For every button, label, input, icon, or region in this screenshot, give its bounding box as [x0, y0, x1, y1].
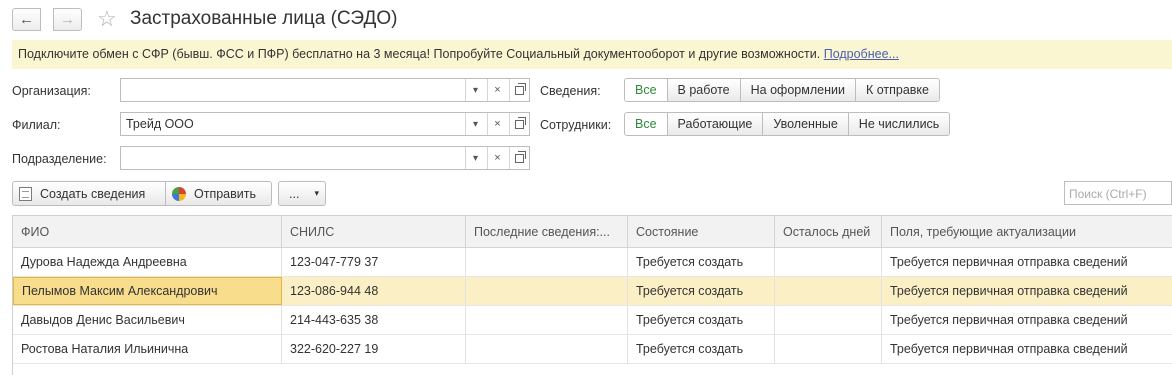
open-form-icon[interactable]	[509, 147, 529, 169]
search-input[interactable]: Поиск (Ctrl+F)	[1064, 181, 1172, 205]
cell-days-left	[775, 248, 882, 276]
open-form-icon[interactable]	[509, 113, 529, 135]
document-icon	[19, 186, 32, 201]
column-header-state[interactable]: Состояние	[628, 216, 775, 247]
cell-state: Требуется создать	[628, 277, 775, 305]
banner-more-link[interactable]: Подробнее...	[824, 47, 899, 61]
column-header-name[interactable]: ФИО	[13, 216, 282, 247]
table-row-selected[interactable]: Пелымов Максим Александрович 123-086-944…	[13, 277, 1172, 306]
cell-snils: 123-047-779 37	[282, 248, 466, 276]
promo-banner: Подключите обмен с СФР (бывш. ФСС и ПФР)…	[12, 40, 1172, 69]
branch-field[interactable]: Трейд ООО ▾ ×	[120, 112, 530, 136]
cell-snils: 322-620-227 19	[282, 335, 466, 363]
employees-filter-working[interactable]: Работающие	[668, 113, 764, 135]
back-button[interactable]: ←	[12, 8, 41, 31]
cell-name: Дурова Надежда Андреевна	[13, 248, 282, 276]
cell-name: Давыдов Денис Васильевич	[13, 306, 282, 334]
dropdown-arrow-icon[interactable]: ▾	[465, 113, 485, 135]
employees-filter-group: Все Работающие Уволенные Не числились	[624, 112, 951, 136]
cell-state: Требуется создать	[628, 335, 775, 363]
page-title: Застрахованные лица (СЭДО)	[130, 8, 398, 29]
info-filter-all[interactable]: Все	[625, 79, 668, 101]
send-label: Отправить	[194, 186, 256, 201]
employees-filter-label: Сотрудники:	[540, 118, 612, 132]
cell-name: Пелымов Максим Александрович	[13, 277, 282, 305]
create-info-label: Создать сведения	[40, 186, 146, 201]
cell-state: Требуется создать	[628, 248, 775, 276]
cell-days-left	[775, 277, 882, 305]
insured-persons-table: ФИО СНИЛС Последние сведения:... Состоян…	[12, 215, 1172, 375]
banner-text: Подключите обмен с СФР (бывш. ФСС и ПФР)…	[18, 47, 821, 61]
cell-fields: Требуется первичная отправка сведений	[890, 342, 1128, 356]
cell-fields: Требуется первичная отправка сведений	[890, 255, 1128, 269]
forward-button[interactable]: →	[53, 8, 82, 31]
more-label: ...	[289, 186, 300, 201]
info-filter-group: Все В работе На оформлении К отправке	[624, 78, 940, 102]
info-filter-drafting[interactable]: На оформлении	[741, 79, 856, 101]
employees-filter-not-listed[interactable]: Не числились	[849, 113, 950, 135]
send-button[interactable]: Отправить	[166, 181, 272, 206]
toolbar: Создать сведения Отправить ... ▾	[12, 181, 326, 206]
info-filter-label: Сведения:	[540, 84, 601, 98]
create-info-button[interactable]: Создать сведения	[12, 181, 166, 206]
open-form-icon[interactable]	[509, 79, 529, 101]
employees-filter-dismissed[interactable]: Уволенные	[763, 113, 849, 135]
cell-snils: 123-086-944 48	[282, 277, 466, 305]
title-bar: ← → ☆ Застрахованные лица (СЭДО)	[0, 0, 1172, 40]
clear-icon[interactable]: ×	[487, 79, 507, 101]
clear-icon[interactable]: ×	[487, 113, 507, 135]
cell-snils: 214-443-635 38	[282, 306, 466, 334]
cell-days-left	[775, 335, 882, 363]
dropdown-arrow-icon[interactable]: ▾	[465, 147, 485, 169]
more-actions-button[interactable]: ... ▾	[278, 181, 326, 206]
cell-last-info	[466, 248, 628, 276]
cell-fields: Требуется первичная отправка сведений	[890, 284, 1128, 298]
cell-last-info	[466, 306, 628, 334]
send-icon	[172, 186, 186, 201]
cell-state: Требуется создать	[628, 306, 775, 334]
table-row[interactable]: Давыдов Денис Васильевич 214-443-635 38 …	[13, 306, 1172, 335]
branch-value: Трейд ООО	[126, 117, 194, 131]
cell-last-info	[466, 277, 628, 305]
chevron-down-icon: ▾	[314, 188, 319, 198]
arrow-right-icon: →	[60, 11, 75, 28]
clear-icon[interactable]: ×	[487, 147, 507, 169]
cell-last-info	[466, 335, 628, 363]
table-header: ФИО СНИЛС Последние сведения:... Состоян…	[13, 216, 1172, 248]
branch-label: Филиал:	[12, 118, 61, 132]
department-label: Подразделение:	[12, 152, 107, 166]
cell-fields: Требуется первичная отправка сведений	[890, 313, 1128, 327]
cell-days-left	[775, 306, 882, 334]
department-field[interactable]: ▾ ×	[120, 146, 530, 170]
column-header-fields[interactable]: Поля, требующие актуализации	[882, 216, 1172, 247]
info-filter-to-send[interactable]: К отправке	[856, 79, 939, 101]
table-row[interactable]: Ростова Наталия Ильинична 322-620-227 19…	[13, 335, 1172, 364]
cell-name: Ростова Наталия Ильинична	[13, 335, 282, 363]
info-filter-in-work[interactable]: В работе	[668, 79, 741, 101]
organization-label: Организация:	[12, 84, 91, 98]
column-header-snils[interactable]: СНИЛС	[282, 216, 466, 247]
table-row[interactable]: Дурова Надежда Андреевна 123-047-779 37 …	[13, 248, 1172, 277]
favorite-star-icon[interactable]: ☆	[97, 6, 117, 32]
organization-field[interactable]: ▾ ×	[120, 78, 530, 102]
dropdown-arrow-icon[interactable]: ▾	[465, 79, 485, 101]
employees-filter-all[interactable]: Все	[625, 113, 668, 135]
column-header-last-info[interactable]: Последние сведения:...	[466, 216, 628, 247]
column-header-days-left[interactable]: Осталось дней	[775, 216, 882, 247]
arrow-left-icon: ←	[19, 11, 34, 28]
